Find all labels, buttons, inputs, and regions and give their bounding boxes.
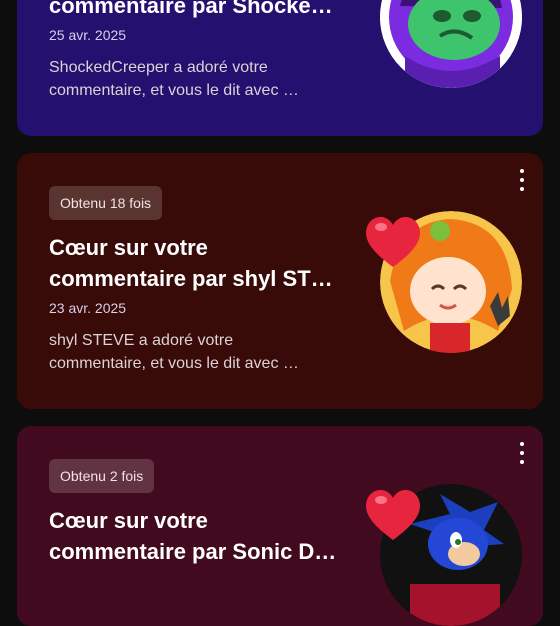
title-line: commentaire par shyl ST… [49, 266, 333, 291]
notification-description: shyl STEVE a adoré votre commentaire, et… [49, 329, 349, 375]
earned-count-badge: Obtenu 18 fois [49, 186, 163, 220]
notification-title: commentaire par Shocke… [49, 0, 333, 18]
description-line: commentaire, et vous le dit avec … [49, 82, 299, 99]
heart-icon [361, 482, 425, 546]
more-options-icon[interactable] [513, 167, 531, 193]
notification-title: Cœur sur votre commentaire par shyl ST… [49, 232, 341, 294]
title-line: commentaire par Sonic D… [49, 539, 337, 564]
more-options-icon[interactable] [513, 440, 531, 466]
notification-card[interactable]: commentaire par Shocke… 25 avr. 2025 Sho… [17, 0, 543, 136]
notification-card[interactable]: Obtenu 2 fois Cœur sur votre commentaire… [17, 426, 543, 626]
notification-date: 25 avr. 2025 [49, 27, 127, 43]
heart-icon [361, 209, 425, 273]
description-line: ShockedCreeper a adoré votre [49, 59, 268, 76]
title-line: Cœur sur votre [49, 508, 208, 533]
earned-count-badge: Obtenu 2 fois [49, 459, 155, 493]
description-line: shyl STEVE a adoré votre [49, 332, 234, 349]
creeper-avatar-icon [380, 0, 522, 88]
notification-card[interactable]: Obtenu 18 fois Cœur sur votre commentair… [17, 153, 543, 409]
title-line: Cœur sur votre [49, 235, 208, 260]
notification-description: ShockedCreeper a adoré votre commentaire… [49, 56, 349, 102]
description-line: commentaire, et vous le dit avec … [49, 355, 299, 372]
notification-date: 23 avr. 2025 [49, 300, 127, 316]
notification-title: Cœur sur votre commentaire par Sonic D… [49, 505, 341, 567]
